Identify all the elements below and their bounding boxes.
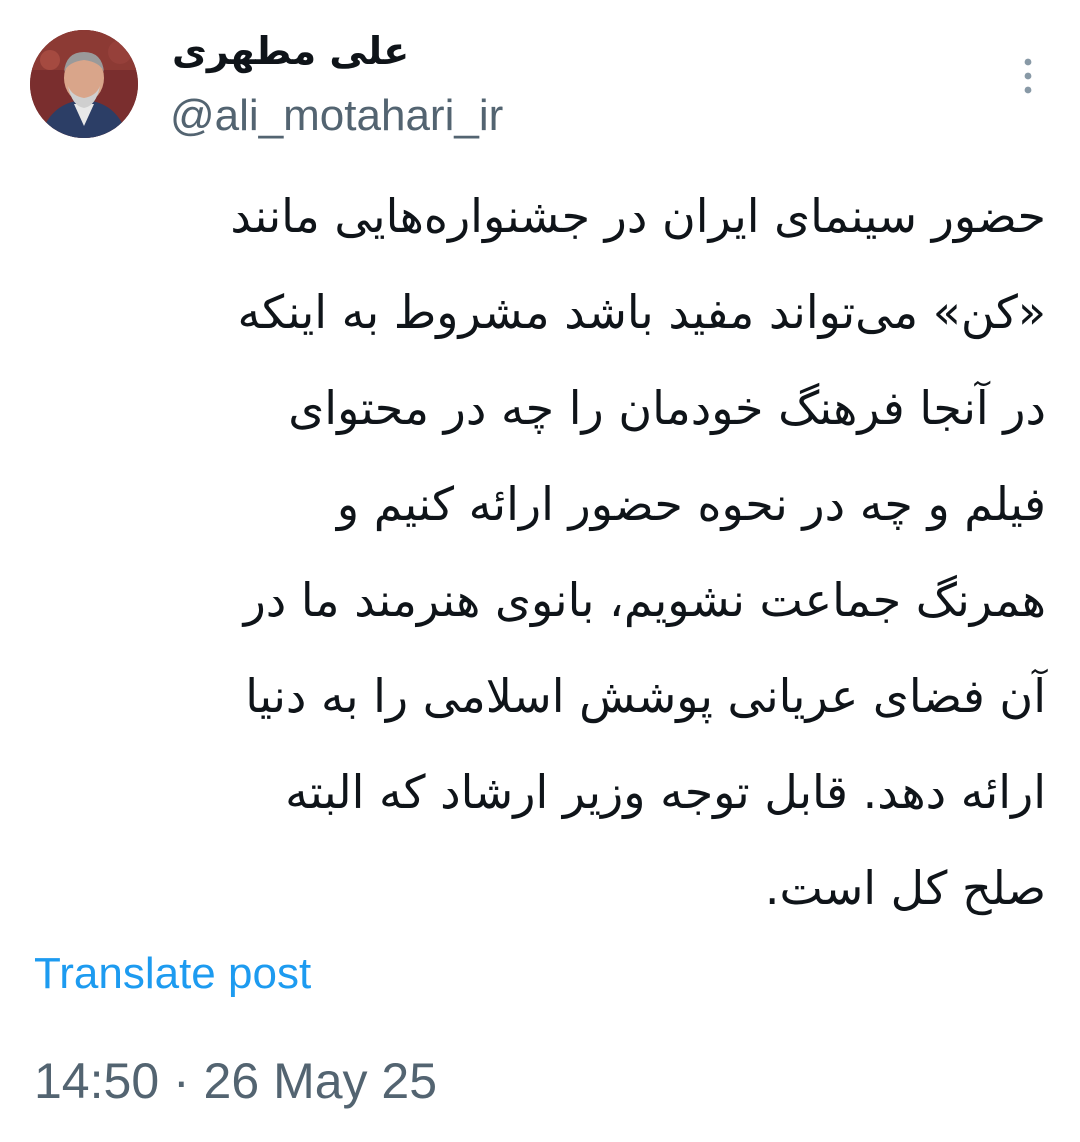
tweet-text-line: صلح کل است. bbox=[764, 861, 1046, 915]
tweet-text: حضور سینمای ایران در جشنواره‌هایی مانند … bbox=[36, 168, 1046, 936]
vertical-ellipsis-icon bbox=[1024, 58, 1032, 94]
post-timestamp[interactable]: 14:50 · 26 May 25 bbox=[34, 1050, 437, 1112]
more-options-button[interactable] bbox=[1010, 54, 1046, 98]
tweet-text-line: همرنگ جماعت نشویم، بانوی هنرمند ما در bbox=[243, 573, 1046, 627]
author-handle[interactable]: @ali_motahari_ir bbox=[170, 88, 503, 144]
tweet-text-line: ارائه دهد. قابل توجه وزیر ارشاد که البته bbox=[285, 765, 1046, 819]
tweet-text-line: در آنجا فرهنگ خودمان را چه در محتوای bbox=[288, 381, 1046, 435]
tweet-text-line: فیلم و چه در نحوه حضور ارائه کنیم و bbox=[336, 477, 1046, 531]
author-display-name[interactable]: علی مطهری bbox=[172, 26, 409, 76]
tweet-text-line: «کن» می‌تواند مفید باشد مشروط به اینکه bbox=[237, 285, 1046, 339]
tweet-text-line: آن فضای عریانی پوشش اسلامی را به دنیا bbox=[245, 669, 1046, 723]
tweet-text-line: حضور سینمای ایران در جشنواره‌هایی مانند bbox=[230, 189, 1046, 243]
translate-post-link[interactable]: Translate post bbox=[34, 946, 311, 1002]
avatar[interactable] bbox=[30, 30, 138, 138]
